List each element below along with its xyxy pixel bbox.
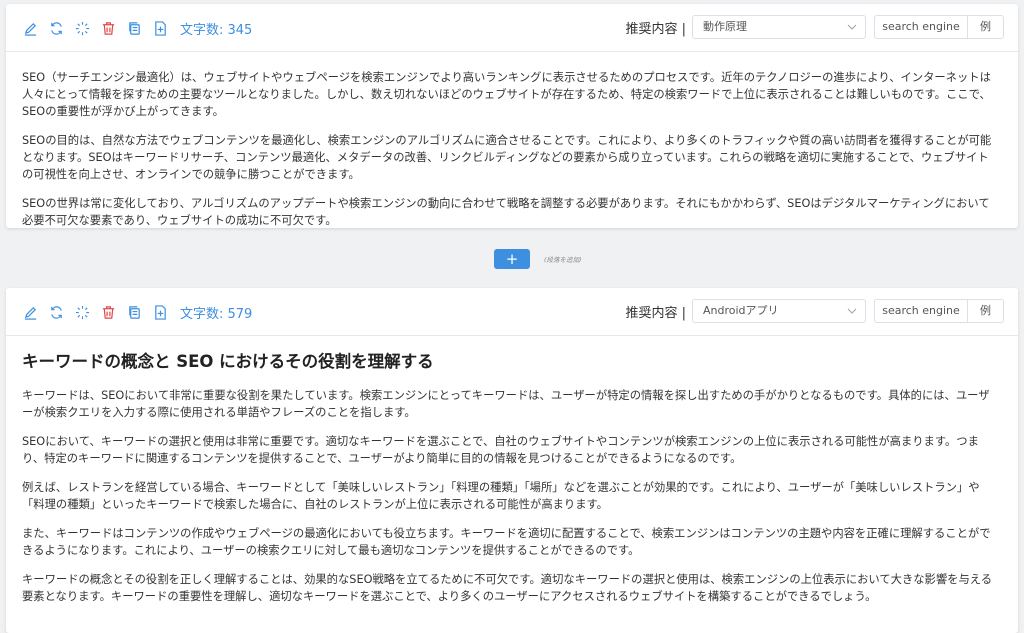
paragraph: また、キーワードはコンテンツの作成やウェブページの最適化においても役立ちます。キ… (22, 527, 991, 557)
block-tools: 文字数: 345 (22, 19, 252, 38)
paragraph: SEOの目的は、自然な方法でウェブコンテンツを最適化し、検索エンジンのアルゴリズ… (22, 134, 992, 181)
recommended-content: 推奨内容 | 動作原理 search engine 例 (625, 15, 1004, 39)
edit-icon[interactable] (22, 21, 38, 37)
block-toolbar: 文字数: 579 推奨内容 | Androidアプリ search engine… (6, 288, 1018, 336)
example-button[interactable]: 例 (968, 299, 1004, 323)
chevron-down-icon (847, 24, 857, 30)
paragraph: 例えば、レストランを経営している場合、キーワードとして「美味しいレストラン」「料… (22, 481, 980, 511)
paragraph-block-2: 文字数: 579 推奨内容 | Androidアプリ search engine… (6, 288, 1018, 633)
select-value: 動作原理 (703, 20, 747, 33)
chevron-down-icon (847, 308, 857, 314)
add-document-icon[interactable] (152, 21, 168, 37)
recommended-content-select[interactable]: 動作原理 (692, 15, 866, 39)
char-count: 文字数: 345 (180, 23, 253, 38)
sparkle-icon[interactable] (74, 305, 90, 321)
paragraph-block-1: 文字数: 345 推奨内容 | 動作原理 search engine 例 SEO… (6, 4, 1018, 228)
sparkle-icon[interactable] (74, 21, 90, 37)
block-toolbar: 文字数: 345 推奨内容 | 動作原理 search engine 例 (6, 4, 1018, 52)
search-engine-button[interactable]: search engine (874, 299, 968, 323)
char-count: 文字数: 579 (180, 307, 253, 322)
trash-icon[interactable] (100, 21, 116, 37)
add-paragraph-hint: (段落を追加) (544, 256, 582, 264)
example-button[interactable]: 例 (968, 15, 1004, 39)
block-tools: 文字数: 579 (22, 303, 252, 322)
edit-icon[interactable] (22, 305, 38, 321)
add-paragraph-row: + (段落を追加) (494, 249, 582, 269)
paragraph: SEO（サーチエンジン最適化）は、ウェブサイトやウェブページを検索エンジンでより… (22, 71, 991, 118)
action-button-group: search engine 例 (874, 15, 1004, 39)
recommended-content-select[interactable]: Androidアプリ (692, 299, 866, 323)
refresh-icon[interactable] (48, 21, 64, 37)
add-document-icon[interactable] (152, 305, 168, 321)
section-heading: キーワードの概念と SEO におけるその役割を理解する (22, 352, 434, 371)
recommended-content: 推奨内容 | Androidアプリ search engine 例 (625, 299, 1004, 323)
copy-icon[interactable] (126, 305, 142, 321)
paragraph: SEOの世界は常に変化しており、アルゴリズムのアップデートや検索エンジンの動向に… (22, 197, 990, 227)
recommended-content-label: 推奨内容 | (625, 21, 686, 37)
paragraph: SEOにおいて、キーワードの選択と使用は非常に重要です。適切なキーワードを選ぶこ… (22, 435, 979, 465)
recommended-content-label: 推奨内容 | (625, 305, 686, 321)
paragraph: キーワードの概念とその役割を正しく理解することは、効果的なSEO戦略を立てるため… (22, 573, 993, 603)
trash-icon[interactable] (100, 305, 116, 321)
action-button-group: search engine 例 (874, 299, 1004, 323)
block-content[interactable]: キーワードの概念と SEO におけるその役割を理解する キーワードは、SEOにお… (6, 336, 1018, 605)
search-engine-button[interactable]: search engine (874, 15, 968, 39)
block-content[interactable]: SEO（サーチエンジン最適化）は、ウェブサイトやウェブページを検索エンジンでより… (6, 52, 1018, 229)
add-paragraph-button[interactable]: + (494, 249, 530, 269)
copy-icon[interactable] (126, 21, 142, 37)
select-value: Androidアプリ (703, 304, 779, 317)
paragraph: キーワードは、SEOにおいて非常に重要な役割を果たしています。検索エンジンにとっ… (22, 389, 990, 419)
refresh-icon[interactable] (48, 305, 64, 321)
